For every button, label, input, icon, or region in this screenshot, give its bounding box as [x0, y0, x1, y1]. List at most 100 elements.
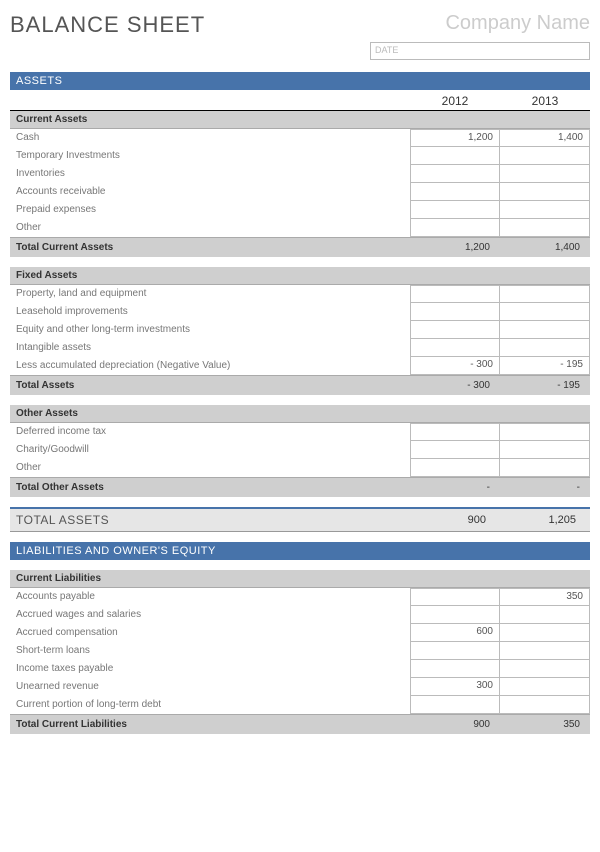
value-cell-y2[interactable] — [500, 696, 590, 714]
value-cell-y1[interactable] — [410, 606, 500, 624]
total-v1: 900 — [410, 716, 500, 733]
line-label: Other — [10, 459, 410, 477]
date-field[interactable]: DATE — [370, 42, 590, 60]
total-v2: - 195 — [500, 377, 590, 394]
grand-v2: 1,205 — [500, 510, 590, 530]
value-cell-y1[interactable] — [410, 219, 500, 237]
value-cell-y2[interactable] — [500, 423, 590, 441]
total-v2: - — [500, 479, 590, 496]
line-item: Charity/Goodwill — [10, 441, 590, 459]
value-cell-y2[interactable] — [500, 624, 590, 642]
value-cell-y2[interactable] — [500, 201, 590, 219]
value-cell-y2[interactable] — [500, 321, 590, 339]
line-label: Accrued wages and salaries — [10, 606, 410, 624]
line-item: Inventories — [10, 165, 590, 183]
total-v1: 1,200 — [410, 239, 500, 256]
year-header: 2012 2013 — [10, 90, 590, 111]
value-cell-y1[interactable] — [410, 459, 500, 477]
value-cell-y1[interactable]: 600 — [410, 624, 500, 642]
value-cell-y2[interactable] — [500, 285, 590, 303]
grand-total-assets-wrap: TOTAL ASSETS 900 1,205 — [10, 507, 590, 532]
value-cell-y1[interactable] — [410, 303, 500, 321]
header: BALANCE SHEET Company Name — [10, 12, 590, 38]
total-current-assets: Total Current Assets 1,200 1,400 — [10, 237, 590, 257]
line-item: Other — [10, 219, 590, 237]
value-cell-y2[interactable] — [500, 459, 590, 477]
total-v2: 350 — [500, 716, 590, 733]
value-cell-y2[interactable] — [500, 642, 590, 660]
value-cell-y2[interactable] — [500, 339, 590, 357]
line-label: Accounts payable — [10, 588, 410, 606]
line-label: Temporary Investments — [10, 147, 410, 165]
line-label: Prepaid expenses — [10, 201, 410, 219]
value-cell-y1[interactable] — [410, 660, 500, 678]
value-cell-y2[interactable] — [500, 441, 590, 459]
total-label: Total Other Assets — [10, 479, 410, 496]
company-name[interactable]: Company Name — [445, 12, 590, 35]
total-fixed-assets: Total Assets - 300 - 195 — [10, 375, 590, 395]
line-label: Accrued compensation — [10, 624, 410, 642]
fixed-assets-heading: Fixed Assets — [10, 267, 590, 285]
current-liabilities-rows: Accounts payable 350 Accrued wages and sal… — [10, 588, 590, 714]
value-cell-y1[interactable] — [410, 441, 500, 459]
line-label: Inventories — [10, 165, 410, 183]
value-cell-y1[interactable] — [410, 339, 500, 357]
value-cell-y1[interactable] — [410, 285, 500, 303]
total-v1: - 300 — [410, 377, 500, 394]
value-cell-y1[interactable] — [410, 696, 500, 714]
fixed-assets-rows: Property, land and equipmentLeasehold im… — [10, 285, 590, 375]
line-item: Less accumulated depreciation (Negative … — [10, 357, 590, 375]
year-1: 2012 — [410, 94, 500, 108]
line-item: Deferred income tax — [10, 423, 590, 441]
value-cell-y1[interactable]: 300 — [410, 678, 500, 696]
value-cell-y1[interactable] — [410, 588, 500, 606]
value-cell-y1[interactable] — [410, 423, 500, 441]
year-2: 2013 — [500, 94, 590, 108]
value-cell-y2[interactable]: - 195 — [500, 357, 590, 375]
value-cell-y2[interactable] — [500, 660, 590, 678]
line-item: Accounts receivable — [10, 183, 590, 201]
value-cell-y2[interactable] — [500, 219, 590, 237]
total-other-assets: Total Other Assets - - — [10, 477, 590, 497]
current-assets-heading: Current Assets — [10, 111, 590, 129]
value-cell-y2[interactable]: 1,400 — [500, 129, 590, 147]
line-item: Accrued compensation600 — [10, 624, 590, 642]
liabilities-section-bar: LIABILITIES AND OWNER'S EQUITY — [10, 542, 590, 560]
value-cell-y2[interactable] — [500, 678, 590, 696]
line-item: Leasehold improvements — [10, 303, 590, 321]
total-label: Total Current Assets — [10, 239, 410, 256]
value-cell-y2[interactable]: 350 — [500, 588, 590, 606]
value-cell-y2[interactable] — [500, 606, 590, 624]
value-cell-y1[interactable] — [410, 147, 500, 165]
line-label: Charity/Goodwill — [10, 441, 410, 459]
value-cell-y2[interactable] — [500, 147, 590, 165]
grand-label: TOTAL ASSETS — [10, 509, 410, 531]
value-cell-y1[interactable] — [410, 642, 500, 660]
value-cell-y1[interactable] — [410, 165, 500, 183]
line-item: Income taxes payable — [10, 660, 590, 678]
line-item: Unearned revenue300 — [10, 678, 590, 696]
line-label: Accounts receivable — [10, 183, 410, 201]
total-v1: - — [410, 479, 500, 496]
value-cell-y2[interactable] — [500, 303, 590, 321]
line-label: Deferred income tax — [10, 423, 410, 441]
value-cell-y1[interactable]: - 300 — [410, 357, 500, 375]
grand-v1: 900 — [410, 510, 500, 530]
total-v2: 1,400 — [500, 239, 590, 256]
line-label: Short-term loans — [10, 642, 410, 660]
line-label: Less accumulated depreciation (Negative … — [10, 357, 410, 375]
line-label: Cash — [10, 129, 410, 147]
value-cell-y1[interactable] — [410, 321, 500, 339]
value-cell-y1[interactable] — [410, 183, 500, 201]
assets-section-bar: ASSETS — [10, 72, 590, 90]
line-item: Equity and other long-term investments — [10, 321, 590, 339]
value-cell-y2[interactable] — [500, 183, 590, 201]
line-item: Other — [10, 459, 590, 477]
value-cell-y1[interactable] — [410, 201, 500, 219]
line-item: Prepaid expenses — [10, 201, 590, 219]
value-cell-y2[interactable] — [500, 165, 590, 183]
value-cell-y1[interactable]: 1,200 — [410, 129, 500, 147]
line-item: Intangible assets — [10, 339, 590, 357]
other-assets-heading: Other Assets — [10, 405, 590, 423]
current-assets-rows: Cash1,2001,400 Temporary InvestmentsInven… — [10, 129, 590, 237]
